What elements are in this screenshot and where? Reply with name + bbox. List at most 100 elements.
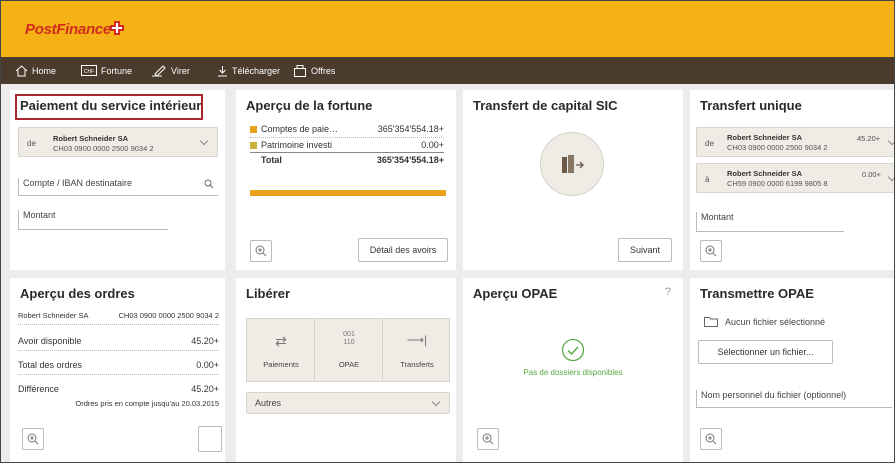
zoom-in-icon	[255, 245, 267, 257]
file-name-field[interactable]: Nom personnel du fichier (optionnel)	[696, 390, 892, 408]
unique-to-label: à	[705, 175, 710, 184]
sic-illustration	[540, 132, 604, 196]
home-icon	[15, 64, 28, 76]
nav-fortune-label: Fortune	[101, 65, 133, 76]
divider	[250, 152, 444, 153]
zoom-button[interactable]	[700, 240, 722, 262]
opae-empty-message: Pas de dossiers disponibles	[523, 368, 623, 377]
unique-amount-field[interactable]: Montant	[696, 212, 844, 232]
select-file-button[interactable]: Sélectionner un fichier...	[698, 340, 833, 364]
chevron-down-icon	[887, 136, 894, 146]
zoom-button[interactable]	[250, 240, 272, 262]
unique-to-select[interactable]: à Robert Schneider SA CH59 0900 0000 619…	[696, 163, 894, 193]
chevron-down-icon	[431, 397, 441, 407]
nav-fortune[interactable]: CHF Fortune	[81, 57, 132, 84]
zoom-button[interactable]	[22, 428, 44, 450]
nav-telecharger[interactable]: Télécharger	[217, 57, 280, 84]
autres-select[interactable]: Autres	[246, 392, 450, 414]
ordres-value: 45.20+	[191, 384, 219, 394]
ordres-note: Ordres pris en compte jusqu'au 20.03.201…	[75, 399, 219, 408]
unique-from-select[interactable]: de Robert Schneider SA CH03 0900 0000 25…	[696, 127, 894, 157]
ordres-account-name: Robert Schneider SA	[18, 311, 89, 320]
total-value: 365'354'554.18+	[376, 155, 444, 165]
tile-opae[interactable]: 001 110 OPAE	[315, 319, 383, 381]
offer-icon	[294, 65, 306, 77]
zoom-in-icon	[705, 245, 717, 257]
destination-account-field[interactable]: Compte / IBAN destinataire	[18, 178, 218, 196]
chevron-down-icon	[199, 136, 209, 146]
binary-icon: 001 110	[343, 331, 355, 346]
card-opae-title: Aperçu OPAE	[473, 286, 558, 301]
comptes-value: 365'354'554.18+	[377, 124, 444, 134]
unique-to-amount: 0.00+	[862, 170, 881, 179]
ordres-label: Avoir disponible	[18, 336, 82, 346]
card-opae: Aperçu OPAE ? Pas de dossiers disponible…	[463, 278, 683, 462]
ordres-value: 45.20+	[191, 336, 219, 346]
arrow-bar-icon: ⟶|	[406, 333, 428, 347]
card-liberer-title: Libérer	[246, 286, 291, 301]
card-paiement: Paiement du service intérieur de Robert …	[10, 90, 225, 270]
divider	[250, 137, 444, 138]
unique-to-name: Robert Schneider SA	[727, 169, 803, 178]
card-fortune: Aperçu de la fortune Comptes de paie… 36…	[236, 90, 456, 270]
divider	[18, 374, 219, 375]
nav-offres[interactable]: Offres	[293, 57, 335, 84]
detail-button[interactable]: Détail des avoirs	[358, 238, 448, 262]
download-icon	[218, 65, 227, 76]
card-transmettre: Transmettre OPAE Aucun fichier sélection…	[690, 278, 894, 462]
ordres-action-button[interactable]	[198, 426, 222, 452]
zoom-button[interactable]	[477, 428, 499, 450]
nav-virer[interactable]: Virer	[151, 57, 190, 84]
card-ordres-title: Aperçu des ordres	[20, 286, 135, 301]
file-name-placeholder: Nom personnel du fichier (optionnel)	[701, 390, 847, 400]
from-account-select[interactable]: de Robert Schneider SA CH03 0900 0000 25…	[18, 127, 218, 157]
card-ordres: Aperçu des ordres Robert Schneider SA CH…	[10, 278, 225, 462]
fortune-bar	[250, 190, 446, 196]
nav-offres-label: Offres	[311, 65, 336, 76]
ordres-account-iban: CH03 0900 0000 2500 9034 2	[118, 311, 219, 320]
ordres-label: Différence	[18, 384, 59, 394]
tile-paiements-label: Paiements	[263, 360, 299, 369]
divider	[18, 324, 219, 325]
from-iban: CH03 0900 0000 2500 9034 2	[53, 144, 154, 153]
nav-virer-label: Virer	[171, 65, 190, 76]
zoom-button[interactable]	[700, 428, 722, 450]
card-paiement-title: Paiement du service intérieur	[20, 98, 202, 113]
nav-home-label: Home	[32, 65, 57, 76]
help-icon[interactable]: ?	[665, 286, 671, 298]
tile-transferts[interactable]: ⟶| Transferts	[383, 319, 451, 381]
exchange-icon: ⇄	[275, 333, 287, 349]
ordres-label: Total des ordres	[18, 360, 83, 370]
postfinance-logo[interactable]: PostFinance	[25, 21, 111, 38]
unique-from-name: Robert Schneider SA	[727, 133, 803, 142]
card-fortune-title: Aperçu de la fortune	[246, 98, 373, 113]
next-button[interactable]: Suivant	[618, 238, 672, 262]
card-liberer: Libérer ⇄ Paiements 001 110 OPAE ⟶| Tran…	[236, 278, 456, 462]
chf-bill-icon: CHF	[81, 65, 97, 76]
from-name: Robert Schneider SA	[53, 134, 129, 143]
unique-from-label: de	[705, 139, 714, 148]
unique-to-iban: CH59 0900 0000 6199 9805 8	[727, 179, 828, 188]
amount-field[interactable]: Montant	[18, 210, 168, 230]
tile-opae-label: OPAE	[338, 360, 360, 369]
card-sic: Transfert de capital SIC Suivant	[463, 90, 683, 270]
unique-amount-placeholder: Montant	[701, 212, 734, 222]
comptes-swatch	[250, 126, 257, 133]
pen-icon	[152, 64, 166, 77]
tile-paiements[interactable]: ⇄ Paiements	[247, 319, 315, 381]
comptes-label: Comptes de paie…	[261, 124, 339, 134]
search-icon	[204, 179, 214, 189]
card-transmettre-title: Transmettre OPAE	[700, 286, 814, 301]
top-bar: PostFinance	[1, 1, 894, 57]
nav-home[interactable]: Home	[15, 57, 56, 84]
main-nav: Home CHF Fortune Virer Télécharger Offre…	[1, 57, 894, 84]
zoom-in-icon	[27, 433, 39, 445]
ordres-value: 0.00+	[196, 360, 219, 370]
folder-icon	[704, 317, 718, 327]
autres-label: Autres	[255, 398, 282, 408]
unique-from-iban: CH03 0900 0000 2500 9034 2	[727, 143, 828, 152]
unique-from-amount: 45.20+	[857, 134, 881, 143]
zoom-in-icon	[705, 433, 717, 445]
chevron-down-icon	[887, 172, 894, 182]
liberer-tiles: ⇄ Paiements 001 110 OPAE ⟶| Transferts	[246, 318, 450, 382]
